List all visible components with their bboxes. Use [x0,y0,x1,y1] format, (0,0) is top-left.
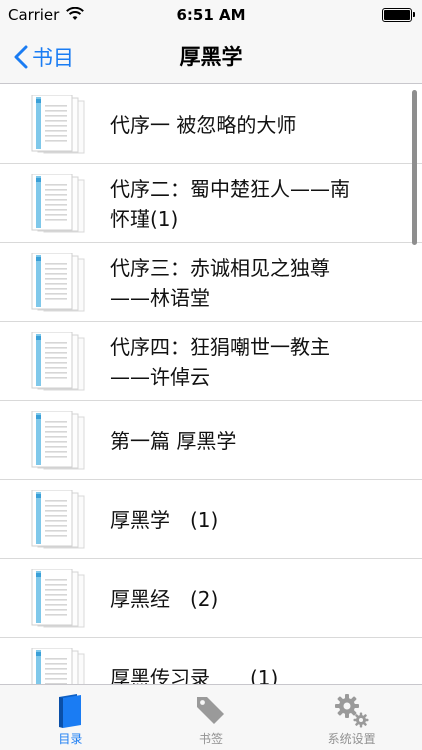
chapter-title: 厚黑传习录 (1) [110,638,400,685]
tab-settings[interactable]: 系统设置 [281,685,422,750]
document-icon [30,94,86,157]
chapter-row[interactable]: 代序一 被忽略的大师 [0,85,422,164]
chapter-title-line: 第一篇 厚黑学 [110,428,237,453]
chapter-row[interactable]: 第一篇 厚黑学 [0,401,422,480]
chapter-title-line: ——许倬云 [110,364,210,389]
status-time: 6:51 AM [176,6,246,24]
tab-label: 目录 [58,732,83,746]
navigation-bar: 书目 厚黑学 [0,30,422,84]
chapter-title-line: 代序一 被忽略的大师 [110,112,297,137]
document-icon [30,489,86,552]
chapter-title-line: 怀瑾(1) [110,206,179,231]
document-icon [30,173,86,236]
chapter-title: 厚黑学 (1) [110,480,400,559]
chapter-title: 代序四：狂狷嘲世一教主 ——许倬云 [110,322,400,401]
chapter-title-line: 厚黑传习录 (1) [110,665,279,685]
gear-icon [334,693,370,733]
scrollbar[interactable] [412,90,417,245]
chapter-title: 代序一 被忽略的大师 [110,85,400,164]
tab-contents[interactable]: 目录 [0,685,141,750]
tab-label: 系统设置 [327,732,376,746]
tab-label: 书签 [199,732,224,746]
chevron-left-icon [14,45,28,69]
chapter-title: 代序三：赤诚相见之独尊 ——林语堂 [110,243,400,322]
chapter-title: 第一篇 厚黑学 [110,401,400,480]
battery-icon [382,8,415,22]
back-button[interactable]: 书目 [14,30,74,84]
chapter-title-line: ——林语堂 [110,285,210,310]
chapter-title-line: 代序二：蜀中楚狂人——南 [110,176,350,201]
document-icon [30,331,86,394]
chapter-row[interactable]: 代序四：狂狷嘲世一教主 ——许倬云 [0,322,422,401]
chapter-list[interactable]: 代序一 被忽略的大师 代序二：蜀中楚狂人——南 怀瑾(1) 代序三：赤诚相见之独尊… [0,85,422,684]
document-icon [30,252,86,315]
tag-icon [194,693,228,731]
chapter-title: 代序二：蜀中楚狂人——南 怀瑾(1) [110,164,400,243]
document-icon [30,647,86,684]
tab-bookmarks[interactable]: 书签 [141,685,282,750]
back-button-label: 书目 [32,46,74,70]
chapter-row[interactable]: 代序三：赤诚相见之独尊 ——林语堂 [0,243,422,322]
chapter-title-line: 代序三：赤诚相见之独尊 [110,255,330,280]
chapter-row[interactable]: 代序二：蜀中楚狂人——南 怀瑾(1) [0,164,422,243]
chapter-row[interactable]: 厚黑传习录 (1) [0,638,422,684]
chapter-title-line: 代序四：狂狷嘲世一教主 [110,334,330,359]
chapter-row[interactable]: 厚黑学 (1) [0,480,422,559]
chapter-title-line: 厚黑经 (2) [110,586,219,611]
status-bar: Carrier 6:51 AM [0,0,422,30]
document-icon [30,410,86,473]
book-icon [55,693,85,733]
document-icon [30,568,86,631]
tab-bar: 目录 书签 系统设置 [0,684,422,750]
chapter-row[interactable]: 厚黑经 (2) [0,559,422,638]
chapter-title: 厚黑经 (2) [110,559,400,638]
chapter-title-line: 厚黑学 (1) [110,507,219,532]
